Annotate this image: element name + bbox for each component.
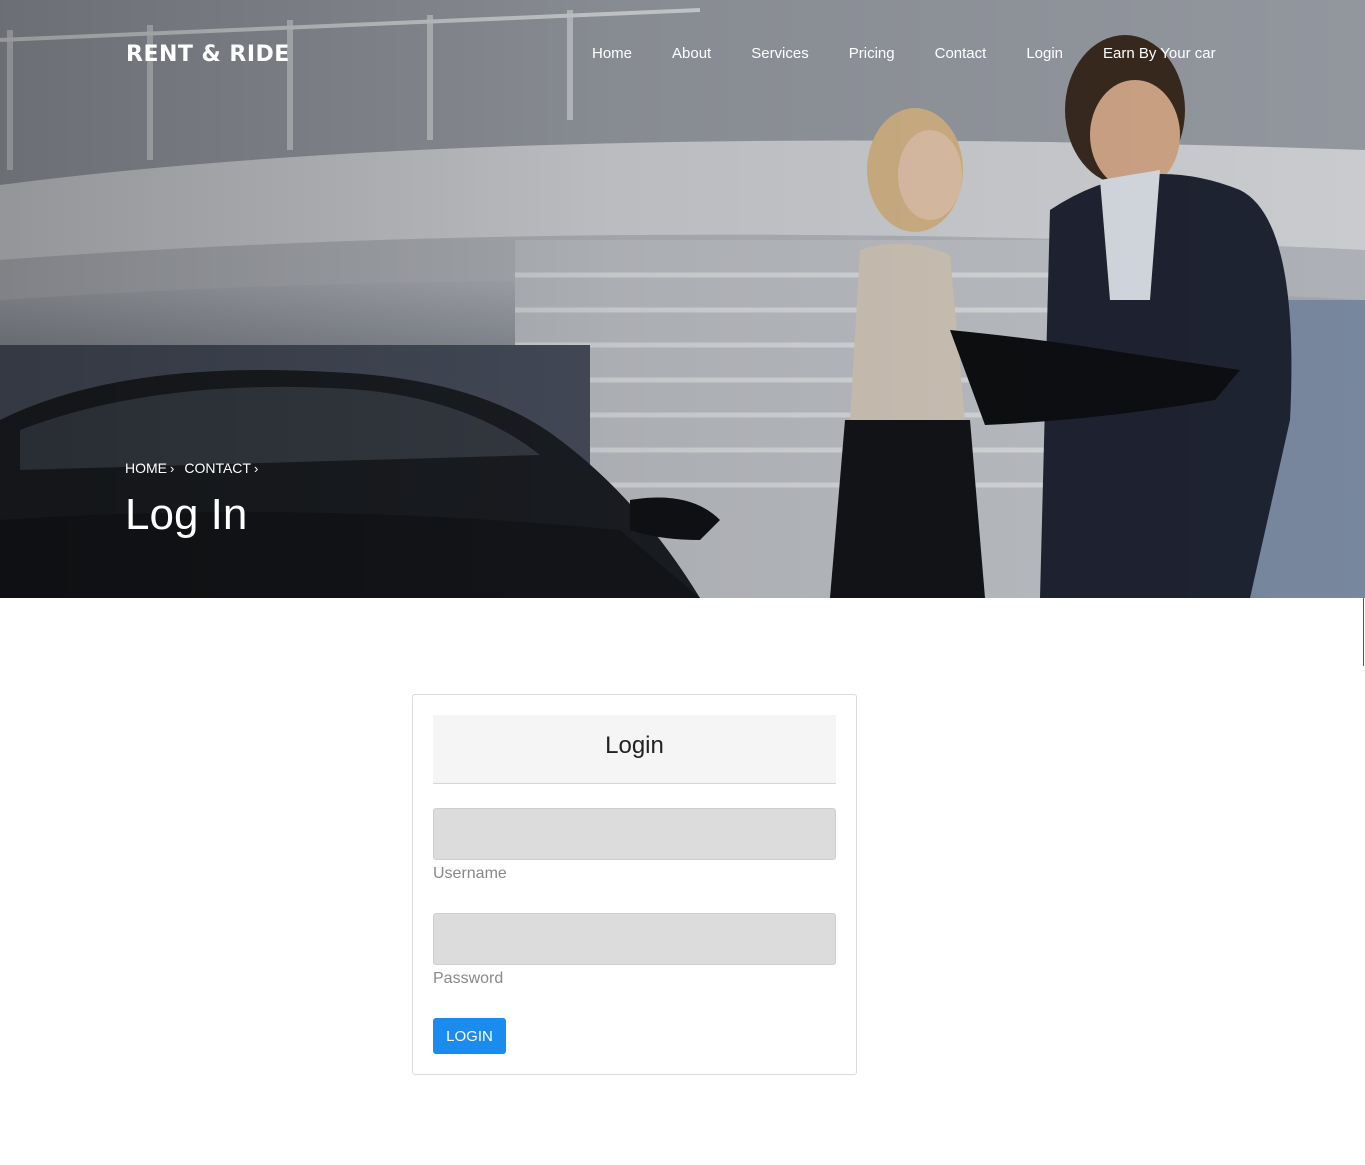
nav-earn-by-your-car[interactable]: Earn By Your car	[1103, 45, 1216, 62]
page-title: Log In	[125, 490, 248, 539]
hero-banner: RENT & RIDE Home About Services Pricing …	[0, 0, 1365, 598]
nav-home[interactable]: Home	[592, 45, 632, 62]
login-card-header: Login	[433, 715, 836, 784]
username-label: Username	[433, 865, 507, 882]
password-field[interactable]	[433, 913, 836, 965]
login-card-title: Login	[605, 732, 664, 759]
username-input[interactable]	[434, 809, 835, 859]
chevron-right-icon: ›	[170, 460, 175, 476]
nav-about[interactable]: About	[672, 45, 711, 62]
breadcrumb-contact[interactable]: CONTACT	[184, 460, 251, 476]
breadcrumb-home[interactable]: HOME	[125, 460, 167, 476]
breadcrumb: HOME › CONTACT ›	[125, 460, 258, 476]
top-navigation: RENT & RIDE Home About Services Pricing …	[0, 0, 1365, 108]
chevron-right-icon: ›	[253, 460, 259, 476]
main-menu: Home About Services Pricing Contact Logi…	[592, 45, 1216, 62]
username-field[interactable]	[433, 808, 836, 860]
password-input[interactable]	[434, 914, 835, 964]
login-button[interactable]: LOGIN	[433, 1018, 506, 1054]
login-card: Login Username Password LOGIN	[412, 694, 857, 1075]
password-label: Password	[433, 970, 504, 987]
nav-contact[interactable]: Contact	[935, 45, 987, 62]
nav-services[interactable]: Services	[751, 45, 809, 62]
nav-login[interactable]: Login	[1026, 45, 1063, 62]
nav-pricing[interactable]: Pricing	[849, 45, 895, 62]
scrollbar-edge	[1363, 598, 1364, 666]
brand-logo[interactable]: RENT & RIDE	[126, 42, 290, 67]
